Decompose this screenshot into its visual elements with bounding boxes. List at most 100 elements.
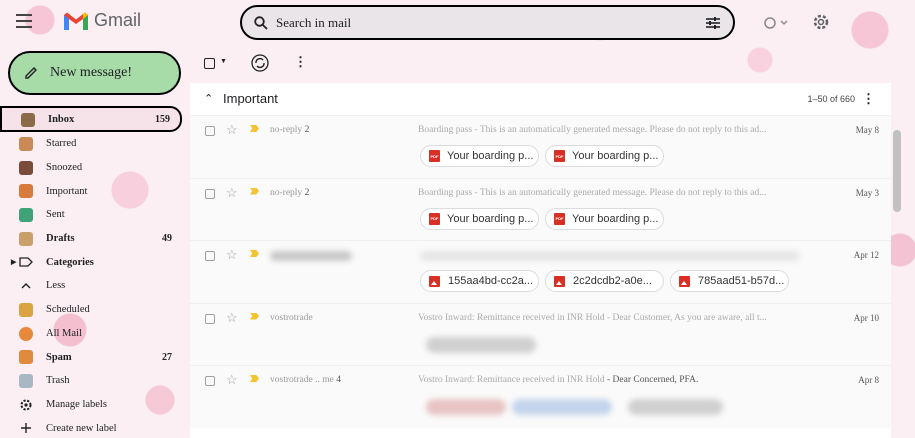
- star-icon[interactable]: ☆: [226, 310, 238, 326]
- star-icon[interactable]: ☆: [226, 372, 238, 388]
- row-checkbox[interactable]: [205, 126, 215, 136]
- redacted-attachment: [426, 336, 536, 353]
- sidebar-item-manage-labels[interactable]: Manage labels: [0, 393, 182, 417]
- attachment-chip[interactable]: 2c2dcdb2-a0e...: [545, 270, 664, 292]
- sidebar-item-categories[interactable]: ▶ Categories: [0, 250, 182, 274]
- compose-button[interactable]: New message!: [8, 51, 181, 95]
- sidebar-item-all-mail[interactable]: All Mail: [0, 322, 182, 346]
- gmail-logo[interactable]: Gmail: [64, 10, 141, 31]
- settings-gear-icon[interactable]: [812, 13, 830, 31]
- sidebar-item-label: Snoozed: [46, 162, 83, 174]
- important-marker-icon[interactable]: [250, 375, 259, 382]
- search-input[interactable]: [276, 14, 705, 31]
- email-subject: Boarding pass - This is an automatically…: [418, 125, 767, 135]
- pdf-icon: PDF: [429, 150, 440, 162]
- sidebar-item-label: Trash: [46, 375, 70, 387]
- gmail-m-icon: [64, 12, 88, 30]
- redacted-sender: [270, 251, 352, 261]
- email-date: May 3: [855, 187, 879, 198]
- attachment-chip[interactable]: PDF Your boarding p...: [420, 207, 539, 230]
- star-icon[interactable]: ☆: [226, 247, 238, 263]
- sidebar-item-drafts[interactable]: Drafts 49: [0, 227, 182, 251]
- status-indicator-icon[interactable]: [762, 14, 798, 32]
- sidebar-item-sent[interactable]: Sent: [0, 203, 182, 227]
- attachment-chip[interactable]: PDF Your boarding p...: [420, 145, 539, 167]
- email-sender: vostrotrade: [270, 312, 313, 323]
- row-checkbox[interactable]: [205, 376, 215, 386]
- email-sender: no-reply 2: [270, 187, 310, 198]
- search-options-icon[interactable]: [705, 16, 721, 30]
- email-date: Apr 10: [853, 312, 879, 323]
- sidebar-item-trash[interactable]: Trash: [0, 369, 182, 393]
- drafts-icon: [19, 231, 33, 246]
- email-row[interactable]: ☆ no-reply 2 Boarding pass - This is an …: [190, 115, 891, 178]
- redacted-attachment: [426, 399, 506, 415]
- expand-caret-icon[interactable]: ▶: [11, 258, 16, 266]
- sidebar-item-count: 49: [162, 233, 172, 245]
- label-icon: [19, 257, 33, 268]
- important-marker-icon[interactable]: [250, 250, 259, 257]
- more-options-icon[interactable]: ⋮: [294, 54, 307, 70]
- redacted-attachment: [512, 399, 612, 415]
- sidebar-item-less[interactable]: Less: [0, 274, 182, 298]
- scheduled-icon: [19, 302, 33, 317]
- star-icon[interactable]: ☆: [226, 122, 238, 138]
- important-marker-icon[interactable]: [250, 312, 259, 320]
- row-checkbox[interactable]: [205, 251, 215, 261]
- sidebar-item-snoozed[interactable]: Snoozed: [0, 156, 182, 180]
- app-name: Gmail: [94, 10, 142, 30]
- pencil-icon: [25, 67, 37, 79]
- all-mail-icon: [19, 326, 33, 341]
- sidebar-item-inbox[interactable]: Inbox 159: [0, 106, 182, 132]
- important-icon: [19, 184, 33, 199]
- row-checkbox[interactable]: [205, 313, 215, 324]
- compose-label: New message!: [50, 65, 133, 80]
- redacted-subject: [420, 251, 800, 261]
- important-marker-icon[interactable]: [250, 125, 259, 132]
- top-bar: Gmail: [0, 0, 915, 46]
- inbox-icon: [21, 113, 35, 127]
- pdf-icon: PDF: [554, 212, 565, 225]
- sidebar-item-label: Less: [46, 280, 66, 292]
- section-more-icon[interactable]: ⋮: [862, 91, 875, 107]
- email-date: Apr 8: [858, 375, 879, 385]
- email-subject: Boarding pass - This is an automatically…: [418, 187, 767, 198]
- row-checkbox[interactable]: [205, 188, 215, 199]
- important-marker-icon[interactable]: [250, 187, 259, 195]
- section-title: Important: [223, 91, 278, 106]
- select-dropdown-icon[interactable]: ▼: [220, 57, 227, 65]
- attachment-chip[interactable]: PDF Your boarding p...: [545, 207, 664, 230]
- refresh-icon[interactable]: [251, 54, 269, 72]
- sent-icon: [19, 208, 33, 223]
- sidebar-item-important[interactable]: Important: [0, 179, 182, 203]
- email-row[interactable]: ☆ vostrotrade .. me 4 Vostro Inward: Rem…: [190, 365, 891, 428]
- main-menu-icon[interactable]: [16, 14, 32, 28]
- spam-icon: [19, 350, 33, 365]
- email-row[interactable]: ☆ Apr 12 155aa4bd-cc2a... 2c2dcdb2-a0e..…: [190, 240, 891, 303]
- sidebar-item-scheduled[interactable]: Scheduled: [0, 298, 182, 322]
- email-row[interactable]: ☆ vostrotrade Vostro Inward: Remittance …: [190, 302, 891, 365]
- star-icon[interactable]: ☆: [226, 185, 238, 201]
- collapse-chevron-icon[interactable]: ⌃: [204, 92, 213, 105]
- attachment-chip[interactable]: 155aa4bd-cc2a...: [420, 270, 539, 292]
- sidebar-item-create-label[interactable]: Create new label: [0, 416, 182, 438]
- email-row[interactable]: ☆ no-reply 2 Boarding pass - This is an …: [190, 177, 891, 240]
- sidebar-item-starred[interactable]: Starred: [0, 132, 182, 156]
- image-file-icon: [679, 275, 690, 287]
- pdf-icon: PDF: [554, 150, 565, 162]
- list-toolbar: ▼ ⋮: [190, 45, 891, 83]
- search-bar[interactable]: [240, 5, 735, 40]
- attachment-chip[interactable]: 785aad51-b57d...: [670, 270, 789, 292]
- sidebar-item-label: Inbox: [48, 113, 75, 125]
- attachment-chip[interactable]: PDF Your boarding p...: [545, 145, 664, 167]
- sidebar-item-label: Manage labels: [46, 398, 107, 410]
- sidebar-item-spam[interactable]: Spam 27: [0, 345, 182, 369]
- image-file-icon: [554, 275, 565, 287]
- email-date: Apr 12: [853, 250, 879, 260]
- search-icon[interactable]: [254, 15, 268, 30]
- sidebar-item-label: All Mail: [46, 327, 82, 339]
- sidebar-item-label: Scheduled: [46, 304, 90, 316]
- email-list-panel: ⌃ Important 1–50 of 660 ⋮ ☆ no-reply 2 B…: [190, 83, 891, 438]
- select-all-checkbox[interactable]: [204, 58, 215, 69]
- scrollbar-thumb[interactable]: [893, 130, 901, 212]
